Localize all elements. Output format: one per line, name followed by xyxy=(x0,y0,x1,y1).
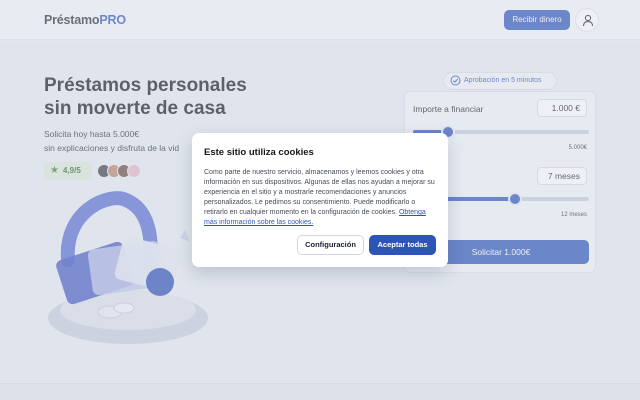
cookie-dialog-title: Este sitio utiliza cookies xyxy=(204,147,314,158)
cookie-settings-button[interactable]: Configuración xyxy=(297,235,364,255)
cookie-dialog-body: Como parte de nuestro servicio, almacena… xyxy=(204,169,435,226)
accept-all-cookies-button[interactable]: Aceptar todas xyxy=(369,235,436,255)
cookie-consent-dialog: Este sitio utiliza cookies Como parte de… xyxy=(192,133,448,267)
